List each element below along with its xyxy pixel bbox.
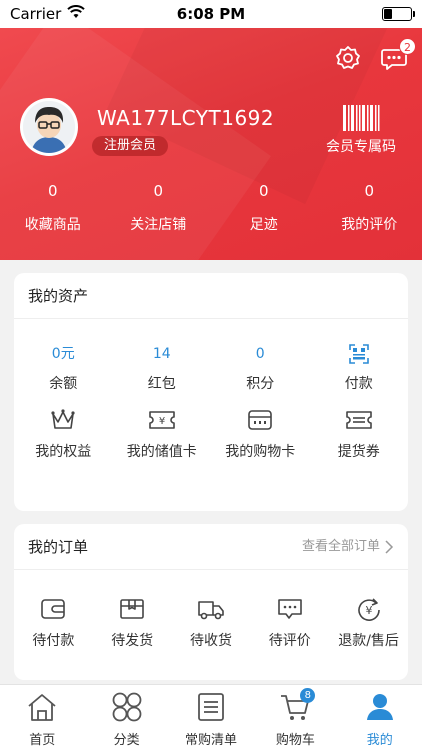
- stored-card-label: 我的储值卡: [126, 444, 197, 460]
- order-pending-payment[interactable]: 待付款: [14, 570, 93, 650]
- tab-mine[interactable]: 我的: [338, 685, 422, 750]
- profile-header: 2 WA177LCYT1692 注册会员 会员专属码 0 收藏商品 0 关注店铺…: [0, 28, 422, 260]
- voucher-icon: [310, 407, 409, 433]
- asset-label: 余额: [49, 376, 78, 392]
- wifi-icon: [67, 5, 86, 23]
- my-stored-value-card[interactable]: ¥ 我的储值卡: [113, 399, 212, 479]
- stat-value: 0: [153, 182, 164, 200]
- orders-card: 我的订单 查看全部订单 待付款 待发货 待收货 待评价 ¥ 退款/售后: [14, 524, 408, 680]
- avatar-image: [23, 101, 75, 153]
- stat-label: 收藏商品: [24, 217, 81, 233]
- stat-followed-shops[interactable]: 0 关注店铺: [106, 182, 212, 234]
- payment-code-icon: [310, 343, 409, 365]
- order-pending-review[interactable]: 待评价: [250, 570, 329, 650]
- tab-label: 购物车: [275, 733, 315, 748]
- asset-payment[interactable]: 付款: [310, 319, 409, 399]
- order-status-label: 待发货: [111, 633, 154, 649]
- stat-label: 我的评价: [341, 217, 398, 233]
- message-count-badge: 2: [399, 38, 416, 55]
- order-pending-receipt[interactable]: 待收货: [172, 570, 251, 650]
- svg-text:¥: ¥: [365, 604, 372, 617]
- stat-value: 0: [258, 182, 269, 200]
- pickup-voucher[interactable]: 提货券: [310, 399, 409, 479]
- orders-header: 我的订单 查看全部订单: [14, 524, 408, 570]
- stat-label: 足迹: [249, 217, 278, 233]
- gear-icon: [336, 46, 360, 69]
- tab-home[interactable]: 首页: [0, 685, 84, 750]
- assets-title-text: 我的资产: [28, 286, 89, 305]
- barcode-icon: [343, 105, 380, 131]
- asset-label: 积分: [246, 376, 275, 392]
- home-icon: [26, 691, 58, 723]
- order-pending-shipment[interactable]: 待发货: [93, 570, 172, 650]
- tab-label: 分类: [113, 733, 140, 748]
- asset-label: 红包: [147, 376, 176, 392]
- wallet-icon: [14, 596, 93, 622]
- asset-balance[interactable]: 0元 余额: [14, 319, 113, 399]
- shopping-card-label: 我的购物卡: [225, 444, 296, 460]
- stat-label: 关注店铺: [130, 217, 187, 233]
- my-benefits[interactable]: 我的权益: [14, 399, 113, 479]
- order-status-label: 待评价: [268, 633, 311, 649]
- tab-cart[interactable]: 8 购物车: [253, 685, 337, 750]
- comment-icon: [250, 596, 329, 622]
- shopping-card-icon: [211, 407, 310, 433]
- username: WA177LCYT1692: [97, 106, 275, 130]
- tab-label: 常购清单: [184, 733, 237, 748]
- asset-label: 付款: [344, 376, 373, 392]
- chevron-right-icon: [385, 539, 394, 554]
- asset-value: 14: [152, 346, 171, 362]
- user-icon: [364, 691, 396, 723]
- svg-text:¥: ¥: [159, 416, 165, 427]
- tab-label: 首页: [29, 733, 56, 748]
- my-shopping-card[interactable]: 我的购物卡: [211, 399, 310, 479]
- voucher-label: 提货券: [337, 444, 380, 460]
- asset-points[interactable]: 0 积分: [211, 319, 310, 399]
- order-status-label: 待付款: [32, 633, 75, 649]
- orders-title: 我的订单: [28, 537, 89, 556]
- cart-count-badge: 8: [300, 688, 316, 703]
- tab-frequent-list[interactable]: 常购清单: [169, 685, 253, 750]
- member-code-button[interactable]: 会员专属码: [326, 104, 396, 156]
- member-code-label: 会员专属码: [326, 139, 396, 155]
- list-icon: [195, 691, 227, 723]
- status-bar: Carrier 6:08 PM: [0, 0, 422, 28]
- stat-reviews[interactable]: 0 我的评价: [317, 182, 422, 234]
- member-level-badge: 注册会员: [92, 136, 169, 156]
- stat-value: 0: [47, 182, 58, 200]
- assets-title: 我的资产: [14, 273, 408, 319]
- view-all-orders-label: 查看全部订单: [301, 538, 380, 554]
- cart-icon: 8: [279, 688, 316, 723]
- view-all-orders-link[interactable]: 查看全部订单: [302, 524, 394, 570]
- refund-icon: ¥: [329, 596, 408, 622]
- crown-icon: [14, 407, 113, 433]
- avatar[interactable]: [20, 98, 78, 156]
- assets-card: 我的资产 0元 余额 14 红包 0 积分 付款 我的权益 ¥ 我的储值卡 我的…: [14, 273, 408, 511]
- carrier-label: Carrier: [10, 5, 62, 23]
- category-icon: [111, 691, 143, 723]
- settings-button[interactable]: [334, 44, 362, 72]
- order-status-label: 退款/售后: [338, 633, 399, 649]
- yen-card-icon: ¥: [113, 407, 212, 433]
- stat-value: 0: [364, 182, 375, 200]
- package-icon: [93, 596, 172, 622]
- benefit-label: 我的权益: [35, 444, 92, 460]
- asset-value: 0: [255, 346, 265, 362]
- messages-button[interactable]: 2: [380, 38, 416, 72]
- asset-red-packet[interactable]: 14 红包: [113, 319, 212, 399]
- stat-favorites[interactable]: 0 收藏商品: [0, 182, 106, 234]
- bottom-tab-bar: 首页 分类 常购清单 8 购物车 我的: [0, 684, 422, 750]
- order-status-label: 待收货: [189, 633, 232, 649]
- asset-value: 0元: [51, 346, 75, 362]
- battery-icon: [382, 7, 415, 21]
- stat-footprints[interactable]: 0 足迹: [211, 182, 317, 234]
- profile-stats: 0 收藏商品 0 关注店铺 0 足迹 0 我的评价: [0, 182, 422, 234]
- truck-icon: [172, 596, 251, 622]
- tab-label: 我的: [366, 733, 393, 748]
- order-refund-after-sale[interactable]: ¥ 退款/售后: [329, 570, 408, 650]
- tab-category[interactable]: 分类: [84, 685, 168, 750]
